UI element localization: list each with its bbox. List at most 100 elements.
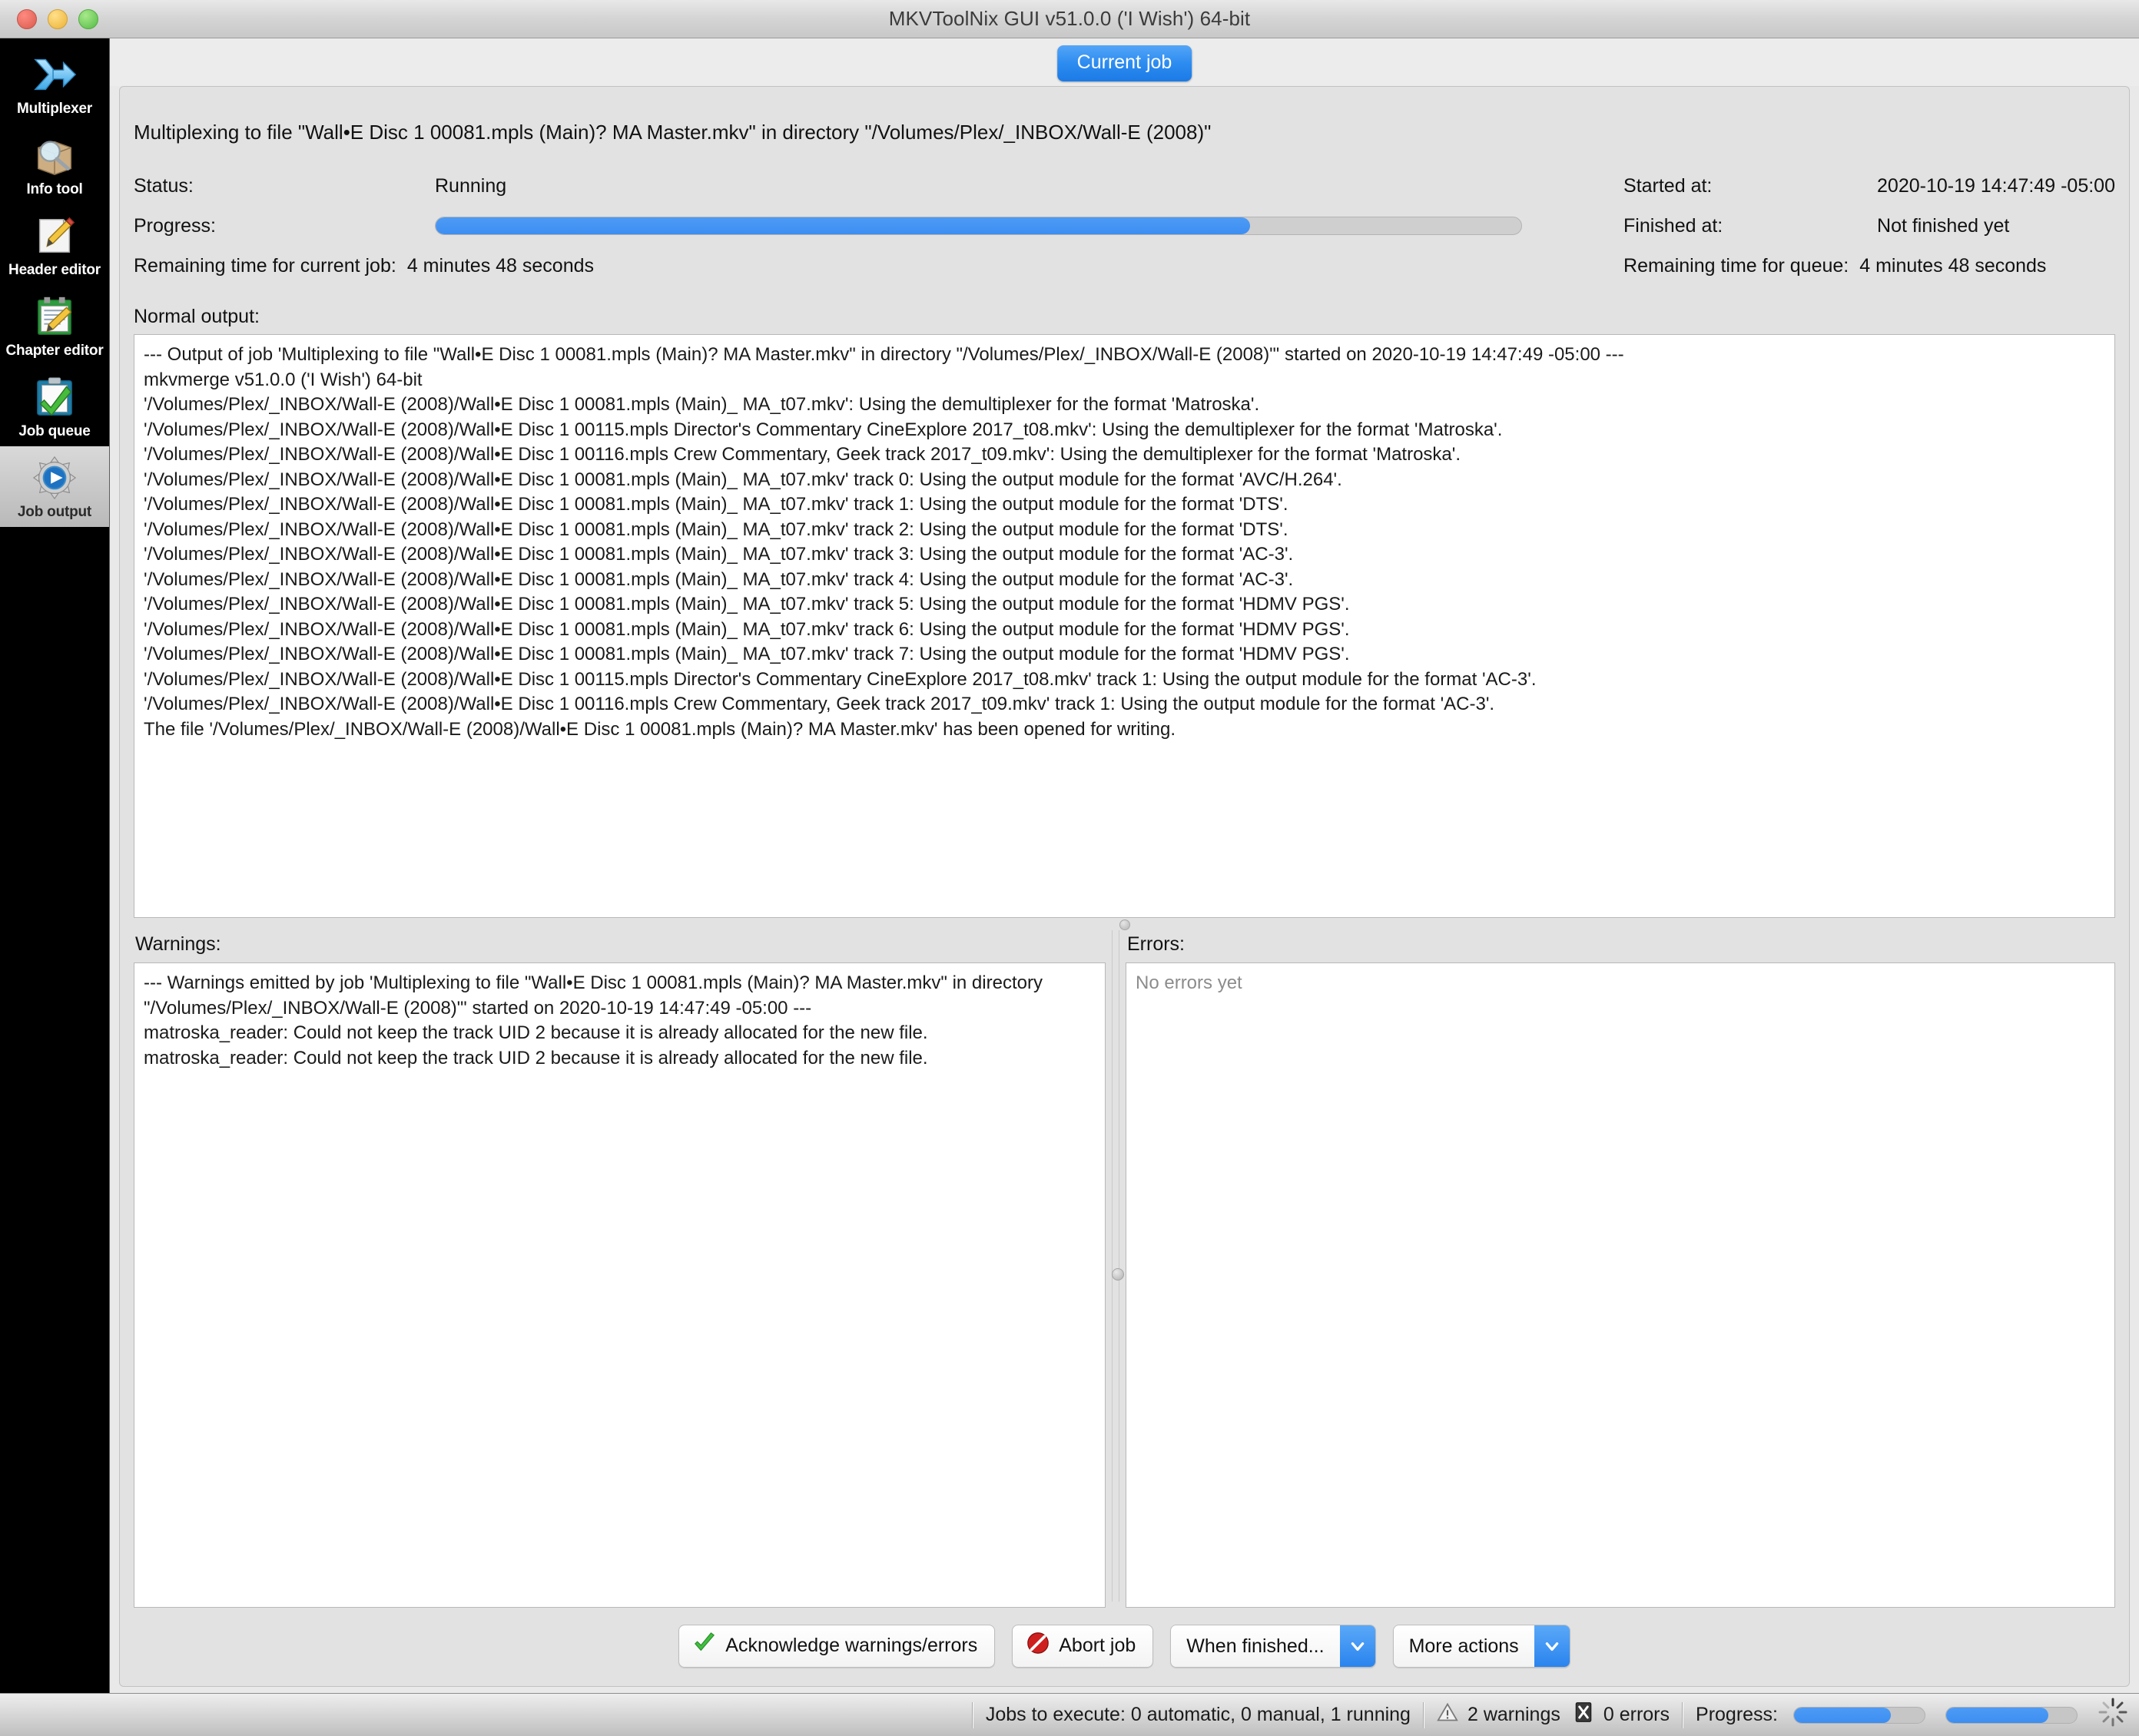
abort-job-button[interactable]: Abort job bbox=[1012, 1625, 1154, 1668]
when-finished-dropdown-button[interactable]: When finished... bbox=[1170, 1625, 1376, 1668]
warnings-status-label: 2 warnings bbox=[1467, 1704, 1560, 1725]
button-bar: Acknowledge warnings/errors Abort job Wh bbox=[134, 1608, 2115, 1675]
status-value: Running bbox=[435, 174, 507, 197]
status-area: Status: Running Progress: Remaining time… bbox=[134, 166, 2115, 286]
abort-button-label: Abort job bbox=[1059, 1635, 1136, 1656]
vertical-splitter-bar bbox=[1112, 930, 1119, 1602]
chevron-down-icon[interactable] bbox=[1534, 1625, 1570, 1667]
sidebar-item-header-editor[interactable]: Header editor bbox=[0, 204, 109, 285]
errors-status-label: 0 errors bbox=[1603, 1704, 1670, 1725]
info-tool-icon bbox=[31, 131, 78, 179]
warnings-errors-area: Warnings: --- Warnings emitted by job 'M… bbox=[134, 930, 2115, 1608]
vertical-splitter-handle-dot bbox=[1112, 1268, 1124, 1280]
warnings-label: Warnings: bbox=[135, 933, 221, 955]
error-x-icon bbox=[1573, 1701, 1594, 1728]
status-right-column: Started at: 2020-10-19 14:47:49 -05:00 F… bbox=[1593, 166, 2115, 286]
status-progress-label: Progress: bbox=[1696, 1704, 1778, 1725]
output-line: '/Volumes/Plex/_INBOX/Wall-E (2008)/Wall… bbox=[144, 594, 1350, 615]
acknowledge-warnings-errors-button[interactable]: Acknowledge warnings/errors bbox=[678, 1625, 996, 1668]
output-line: '/Volumes/Plex/_INBOX/Wall-E (2008)/Wall… bbox=[144, 544, 1294, 565]
more-actions-label: More actions bbox=[1393, 1625, 1534, 1667]
status-separator bbox=[971, 1701, 973, 1728]
sidebar-item-job-output[interactable]: Job output bbox=[0, 446, 109, 527]
jobs-to-execute-status: Jobs to execute: 0 automatic, 0 manual, … bbox=[985, 1704, 1411, 1725]
started-row: Started at: 2020-10-19 14:47:49 -05:00 bbox=[1623, 166, 2115, 206]
warning-line: matroska_reader: Could not keep the trac… bbox=[144, 1022, 928, 1043]
tab-current-job[interactable]: Current job bbox=[1056, 45, 1192, 81]
errors-status[interactable]: 0 errors bbox=[1573, 1701, 1670, 1728]
sidebar-item-label: Chapter editor bbox=[5, 342, 104, 359]
output-line: '/Volumes/Plex/_INBOX/Wall-E (2008)/Wall… bbox=[144, 394, 1260, 415]
zoom-button[interactable] bbox=[78, 8, 98, 29]
sidebar-item-chapter-editor[interactable]: Chapter editor bbox=[0, 285, 109, 366]
output-line: '/Volumes/Plex/_INBOX/Wall-E (2008)/Wall… bbox=[144, 694, 1495, 714]
status-separator bbox=[1422, 1701, 1424, 1728]
abort-icon bbox=[1026, 1632, 1050, 1660]
sidebar-item-multiplexer[interactable]: Multiplexer bbox=[0, 43, 109, 124]
normal-output-label: Normal output: bbox=[134, 306, 260, 327]
output-line: '/Volumes/Plex/_INBOX/Wall-E (2008)/Wall… bbox=[144, 494, 1288, 515]
chevron-down-icon[interactable] bbox=[1339, 1625, 1375, 1667]
busy-spinner-icon bbox=[2098, 1697, 2128, 1733]
chapter-editor-icon bbox=[31, 293, 78, 340]
sidebar-item-label: Multiplexer bbox=[16, 101, 93, 117]
output-line: '/Volumes/Plex/_INBOX/Wall-E (2008)/Wall… bbox=[144, 618, 1350, 640]
status-row: Status: Running bbox=[134, 166, 1593, 206]
output-line: '/Volumes/Plex/_INBOX/Wall-E (2008)/Wall… bbox=[144, 668, 1537, 690]
errors-textbox[interactable]: No errors yet bbox=[1126, 962, 2115, 1608]
sidebar-item-label: Job output bbox=[17, 503, 92, 520]
sidebar-item-info-tool[interactable]: Info tool bbox=[0, 124, 109, 204]
job-headline: Multiplexing to file "Wall•E Disc 1 0008… bbox=[134, 121, 1212, 144]
job-queue-icon bbox=[31, 373, 78, 421]
output-line: '/Volumes/Plex/_INBOX/Wall-E (2008)/Wall… bbox=[144, 518, 1288, 540]
progress-row: Progress: bbox=[134, 206, 1593, 246]
warning-line: matroska_reader: Could not keep the trac… bbox=[144, 1047, 928, 1068]
errors-placeholder: No errors yet bbox=[1136, 972, 1242, 993]
status-progress-fill-2 bbox=[1946, 1707, 2048, 1723]
acknowledge-button-label: Acknowledge warnings/errors bbox=[725, 1635, 978, 1656]
tab-strip: Current job bbox=[110, 38, 2139, 86]
green-check-icon bbox=[693, 1632, 716, 1660]
remaining-current-row: Remaining time for current job: 4 minute… bbox=[134, 246, 1593, 286]
multiplexer-icon bbox=[31, 51, 78, 98]
status-progress-bar-1 bbox=[1793, 1706, 1925, 1724]
progress-label: Progress: bbox=[134, 214, 216, 237]
more-actions-dropdown-button[interactable]: More actions bbox=[1392, 1625, 1570, 1668]
sidebar: Multiplexer Info tool Header editor Chap… bbox=[0, 38, 110, 1693]
status-progress-group: Progress: bbox=[1696, 1697, 2128, 1733]
sidebar-item-label: Info tool bbox=[26, 181, 83, 197]
remaining-current-value: 4 minutes 48 seconds bbox=[406, 254, 595, 277]
job-progress-bar bbox=[435, 217, 1522, 235]
warnings-column: Warnings: --- Warnings emitted by job 'M… bbox=[134, 930, 1106, 1608]
status-separator bbox=[1682, 1701, 1684, 1728]
horizontal-splitter[interactable] bbox=[134, 918, 2115, 930]
sidebar-item-label: Job queue bbox=[18, 422, 91, 439]
finished-label: Finished at: bbox=[1623, 214, 1723, 237]
vertical-splitter[interactable] bbox=[1106, 930, 1126, 1608]
content-area: Current job Multiplexing to file "Wall•E… bbox=[110, 38, 2139, 1693]
warnings-status[interactable]: 2 warnings bbox=[1437, 1701, 1560, 1728]
started-value: 2020-10-19 14:47:49 -05:00 bbox=[1877, 174, 2115, 197]
title-bar: MKVToolNix GUI v51.0.0 ('I Wish') 64-bit bbox=[0, 0, 2139, 38]
app-window: MKVToolNix GUI v51.0.0 ('I Wish') 64-bit… bbox=[0, 0, 2139, 1736]
finished-row: Finished at: Not finished yet bbox=[1623, 206, 2115, 246]
window-title: MKVToolNix GUI v51.0.0 ('I Wish') 64-bit bbox=[888, 7, 1251, 30]
warning-triangle-icon bbox=[1437, 1701, 1458, 1728]
output-line: '/Volumes/Plex/_INBOX/Wall-E (2008)/Wall… bbox=[144, 444, 1461, 465]
errors-column: Errors: No errors yet bbox=[1126, 930, 2115, 1608]
job-output-icon bbox=[31, 454, 78, 502]
status-label: Status: bbox=[134, 174, 194, 197]
output-line: The file '/Volumes/Plex/_INBOX/Wall-E (2… bbox=[144, 718, 1176, 740]
job-output-panel: Multiplexing to file "Wall•E Disc 1 0008… bbox=[119, 86, 2130, 1687]
normal-output-textbox[interactable]: --- Output of job 'Multiplexing to file … bbox=[134, 334, 2115, 918]
close-button[interactable] bbox=[17, 8, 37, 29]
warnings-textbox[interactable]: --- Warnings emitted by job 'Multiplexin… bbox=[134, 962, 1106, 1608]
remaining-queue-row: Remaining time for queue: 4 minutes 48 s… bbox=[1623, 246, 2115, 286]
output-line: '/Volumes/Plex/_INBOX/Wall-E (2008)/Wall… bbox=[144, 469, 1342, 490]
status-progress-bar-2 bbox=[1945, 1706, 2078, 1724]
remaining-queue-value: 4 minutes 48 seconds bbox=[1859, 254, 2047, 277]
sidebar-item-job-queue[interactable]: Job queue bbox=[0, 366, 109, 446]
finished-value: Not finished yet bbox=[1877, 214, 2010, 237]
status-bar: Jobs to execute: 0 automatic, 0 manual, … bbox=[0, 1693, 2139, 1736]
minimize-button[interactable] bbox=[48, 8, 68, 29]
